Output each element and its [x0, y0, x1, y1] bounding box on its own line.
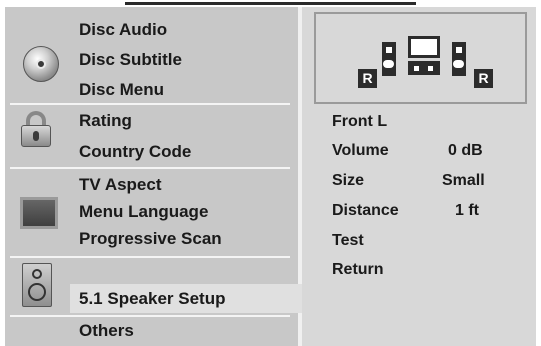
return-button[interactable]: Return	[332, 261, 384, 279]
menu-item-speaker-setup-label: 5.1 Speaker Setup	[79, 289, 226, 308]
menu-item-progressive-scan[interactable]: Progressive Scan	[79, 229, 222, 249]
menu-separator	[10, 103, 290, 105]
rear-right-speaker-icon: R	[474, 69, 493, 88]
distance-label[interactable]: Distance	[332, 202, 399, 220]
speaker-setup-pane: R R Front L Volume 0 dB Size Small Dista…	[302, 7, 536, 346]
test-button[interactable]: Test	[332, 232, 364, 250]
channel-label: Front L	[332, 113, 388, 130]
size-label[interactable]: Size	[332, 172, 364, 190]
menu-item-speaker-setup[interactable]: 5.1 Speaker Setup	[70, 284, 304, 313]
menu-item-country-code[interactable]: Country Code	[79, 142, 191, 162]
tv-icon	[20, 197, 58, 229]
volume-label[interactable]: Volume	[332, 142, 389, 160]
menu-item-disc-subtitle[interactable]: Disc Subtitle	[79, 50, 182, 70]
tv-screen-icon	[408, 36, 440, 58]
menu-separator	[10, 315, 290, 317]
speaker-icon	[22, 263, 52, 307]
top-divider	[125, 2, 416, 5]
menu-item-others[interactable]: Others	[79, 321, 134, 341]
rear-left-speaker-icon: R	[358, 69, 377, 88]
volume-value[interactable]: 0 dB	[448, 142, 483, 160]
top-bar	[5, 0, 536, 7]
setup-panel: Disc Audio Disc Subtitle Disc Menu Ratin…	[5, 7, 536, 346]
center-speaker-icon	[408, 61, 440, 75]
front-left-speaker-icon	[382, 42, 396, 76]
menu-item-rating[interactable]: Rating	[79, 111, 132, 131]
menu-item-menu-language[interactable]: Menu Language	[79, 202, 208, 222]
speaker-layout-diagram: R R	[314, 12, 527, 104]
menu-item-disc-audio[interactable]: Disc Audio	[79, 20, 167, 40]
menu-item-tv-aspect[interactable]: TV Aspect	[79, 175, 162, 195]
lock-icon	[21, 111, 51, 149]
size-value[interactable]: Small	[442, 172, 485, 190]
distance-value[interactable]: 1 ft	[455, 202, 479, 220]
menu-item-disc-menu[interactable]: Disc Menu	[79, 80, 164, 100]
menu-separator	[10, 167, 290, 169]
front-right-speaker-icon	[452, 42, 466, 76]
disc-icon	[23, 46, 59, 82]
menu-separator	[10, 256, 290, 258]
